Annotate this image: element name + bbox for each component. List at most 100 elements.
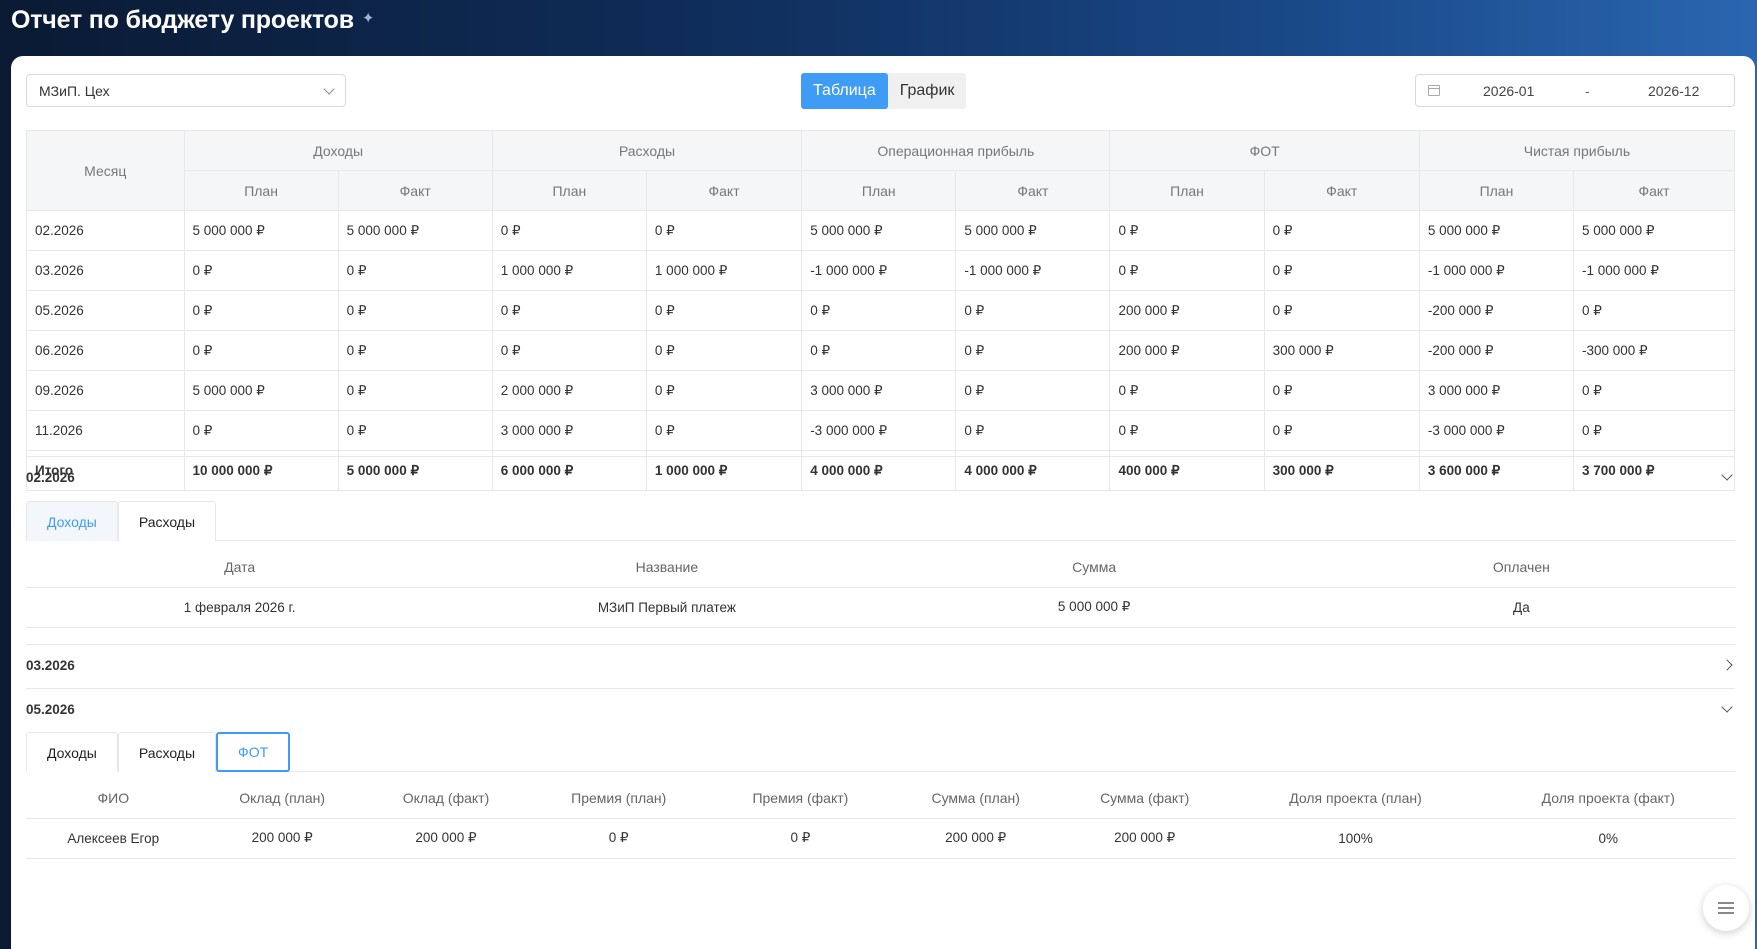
chevron-right-icon[interactable] [1721,659,1733,671]
cell-value: 0 ₽ [1263,410,1420,451]
cell-value: 0 ₽ [801,290,957,331]
collapse-title: 05.2026 [26,701,75,717]
cell-value: -3 000 000 ₽ [1418,410,1575,451]
view-tab-table[interactable]: Таблица [801,73,888,109]
cell-value: 0 ₽ [1263,250,1420,291]
project-select[interactable]: МЗиП. Цех [26,74,346,107]
date-to[interactable]: 2026-12 [1648,83,1699,99]
cell-value: 0 ₽ [183,410,339,451]
cell-value: 200 000 ₽ [200,818,364,859]
cell-paid: Да [1307,587,1735,628]
cell-value: 0 ₽ [1263,370,1420,411]
cell-value: 2 000 000 ₽ [491,370,647,411]
view-tab-chart[interactable]: График [888,73,967,109]
payment-link[interactable]: МЗиП Первый платеж [453,587,881,628]
column-header-amount: Сумма [880,547,1308,588]
cell-value: 0 ₽ [1109,410,1265,451]
cell-value: 0 ₽ [1573,290,1735,331]
cell-value: 300 000 ₽ [1263,330,1420,371]
column-header-fact: Факт [645,170,803,211]
column-header-paid: Оплачен [1307,547,1735,588]
cell-value: 200 000 ₽ [1109,330,1265,371]
cell-value: 0 ₽ [491,210,647,251]
cell-value: 0 ₽ [955,290,1111,331]
cell-month: 09.2026 [26,370,185,411]
column-header: Оклад (план) [200,778,364,819]
column-header: Оклад (факт) [363,778,529,819]
tab-income[interactable]: Доходы [26,732,118,772]
column-header-fact: Факт [337,170,493,211]
cell-value: 0 ₽ [645,330,803,371]
tab-expenses[interactable]: Расходы [117,501,217,541]
cell-month: 06.2026 [26,330,185,371]
cell-value: -200 000 ₽ [1418,290,1575,331]
tab-expenses[interactable]: Расходы [117,732,217,772]
cell-value: 200 000 ₽ [1109,290,1265,331]
group-header-operating-profit: Операционная прибыль [801,130,1111,171]
tab-payroll[interactable]: ФОТ [216,732,291,772]
collapse-header-03-2026[interactable]: 03.2026 [26,652,1735,678]
column-header: ФИО [26,778,201,819]
cell-value: 0 ₽ [183,290,339,331]
cell-amount: 5 000 000 ₽ [880,587,1308,628]
tabs-05-2026: Доходы Расходы ФОТ [26,732,1735,772]
date-separator: - [1585,82,1590,99]
cell-value: -1 000 000 ₽ [801,250,957,291]
page-header: Отчет по бюджету проектов ✦ [11,0,375,40]
chevron-down-icon[interactable] [1721,468,1733,481]
menu-line-icon [1718,912,1734,914]
cell-value: -300 000 ₽ [1573,330,1735,371]
column-header-plan: План [1418,170,1575,211]
project-select-value: МЗиП. Цех [39,82,110,99]
cell-value: -1 000 000 ₽ [1573,250,1735,291]
income-table: Дата Название Сумма Оплачен 1 февраля 20… [26,547,1735,628]
cell-value: 5 000 000 ₽ [1573,210,1735,251]
view-toggle: Таблица График [801,73,967,109]
cell-value: 5 000 000 ₽ [183,210,339,251]
collapse-header-02-2026[interactable]: 02.2026 [26,464,1735,490]
group-header-payroll: ФОТ [1109,130,1420,171]
column-header-month: Месяц [26,130,185,211]
table-row: Алексеев Егор 200 000 ₽200 000 ₽0 ₽0 ₽200… [26,818,1735,859]
column-header-date: Дата [26,547,454,588]
summary-table: Месяц Доходы Расходы Операционная прибыл… [26,130,1736,491]
tab-income[interactable]: Доходы [26,501,118,541]
cell-value: 3 000 000 ₽ [1418,370,1575,411]
collapse-header-05-2026[interactable]: 05.2026 [26,696,1735,722]
cell-value: 0 ₽ [955,370,1111,411]
cell-value: 0 ₽ [1263,290,1420,331]
cell-value: 0 ₽ [337,290,493,331]
cell-value: -200 000 ₽ [1418,330,1575,371]
menu-fab[interactable] [1703,885,1749,931]
cell-value: 5 000 000 ₽ [1418,210,1575,251]
cell-value: 0 ₽ [955,410,1111,451]
column-header: Премия (факт) [709,778,892,819]
column-header-name: Название [453,547,881,588]
cell-value: -1 000 000 ₽ [1418,250,1575,291]
collapse-title: 03.2026 [26,657,75,673]
cell-value: 1 000 000 ₽ [491,250,647,291]
pin-icon[interactable]: ✦ [362,9,375,27]
cell-value: 5 000 000 ₽ [801,210,957,251]
chevron-down-icon[interactable] [1721,700,1733,713]
cell-value: 0 ₽ [491,290,647,331]
cell-value: 0 ₽ [183,330,339,371]
cell-value: 200 000 ₽ [891,818,1060,859]
date-range-picker[interactable]: 2026-01 - 2026-12 [1415,74,1735,107]
cell-value: 0 ₽ [337,370,493,411]
date-from[interactable]: 2026-01 [1483,83,1543,99]
page-title: Отчет по бюджету проектов [11,5,354,34]
group-header-expenses: Расходы [491,130,803,171]
cell-value: 100% [1229,818,1482,859]
employee-link[interactable]: Алексеев Егор [26,818,201,859]
cell-value: 0 ₽ [528,818,710,859]
cell-value: 0 ₽ [645,370,803,411]
cell-value: 0 ₽ [645,210,803,251]
cell-value: 3 000 000 ₽ [491,410,647,451]
column-header-plan: План [801,170,957,211]
cell-value: 0 ₽ [645,290,803,331]
group-header-income: Доходы [183,130,493,171]
cell-value: 0 ₽ [1263,210,1420,251]
cell-value: 0 ₽ [337,330,493,371]
cell-month: 05.2026 [26,290,185,331]
